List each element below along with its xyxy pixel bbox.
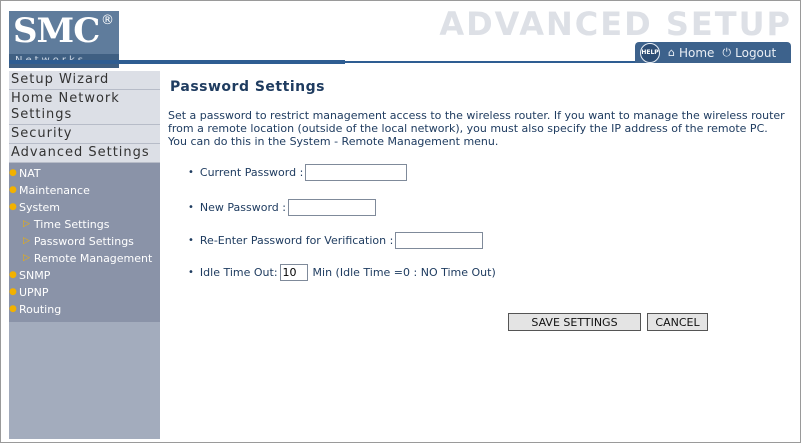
sidebar-item-label: NAT xyxy=(19,167,41,180)
sidebar-item-label: Maintenance xyxy=(19,184,90,197)
bullet-icon: • xyxy=(188,235,194,246)
bullet-icon: ● xyxy=(9,168,17,178)
sidebar-item-time-settings[interactable]: ▷ Time Settings xyxy=(9,216,160,233)
advanced-submenu: ● NAT ● Maintenance ● System ▷ Time Sett… xyxy=(9,163,160,322)
advanced-setup-title: ADVANCED SETUP xyxy=(439,5,792,43)
sidebar-item-label: Routing xyxy=(19,303,62,316)
page-title: Password Settings xyxy=(170,79,325,95)
sidebar-item-security[interactable]: Security xyxy=(9,125,160,144)
sidebar-item-routing[interactable]: ● Routing xyxy=(9,301,160,318)
idle-timeout-row: • Idle Time Out: Min (Idle Time =0 : NO … xyxy=(188,264,496,281)
bullet-icon: ● xyxy=(9,287,17,297)
sidebar-item-label: SNMP xyxy=(19,269,51,282)
home-icon: ⌂ xyxy=(668,46,675,59)
sidebar-item-home-network-settings[interactable]: Home Network Settings xyxy=(9,90,160,125)
current-password-label: Current Password : xyxy=(199,166,304,179)
bullet-icon: ● xyxy=(9,304,17,314)
bullet-icon: • xyxy=(188,202,194,213)
reenter-password-input[interactable] xyxy=(395,232,484,249)
current-password-input[interactable] xyxy=(305,164,408,181)
sidebar-item-advanced-settings[interactable]: Advanced Settings xyxy=(9,144,160,163)
help-icon[interactable]: HELP xyxy=(640,42,660,63)
logout-link[interactable]: ⏻ Logout xyxy=(722,46,776,60)
arrow-right-icon: ▷ xyxy=(23,219,30,229)
sidebar-item-label: UPNP xyxy=(19,286,49,299)
home-label: Home xyxy=(678,45,715,60)
sidebar-item-label: System xyxy=(19,201,61,214)
power-icon: ⏻ xyxy=(722,45,732,59)
bullet-icon: ● xyxy=(9,270,17,280)
sidebar-item-setup-wizard[interactable]: Setup Wizard xyxy=(9,71,160,90)
sidebar-item-maintenance[interactable]: ● Maintenance xyxy=(9,182,160,199)
sidebar-item-upnp[interactable]: ● UPNP xyxy=(9,284,160,301)
logout-label: Logout xyxy=(735,45,777,60)
sidebar-item-label: Remote Management xyxy=(33,252,153,265)
arrow-right-icon: ▷ xyxy=(23,236,30,246)
bullet-icon: ● xyxy=(9,202,17,212)
smc-logo: SMC ® Networks xyxy=(9,11,119,68)
save-settings-button[interactable]: SAVE SETTINGS xyxy=(508,313,641,331)
top-nav: HELP ⌂ Home ⏻ Logout xyxy=(635,42,791,63)
idle-timeout-label: Idle Time Out: xyxy=(199,266,278,279)
header-divider xyxy=(9,60,345,64)
sidebar-item-label: Password Settings xyxy=(33,235,134,248)
sidebar-item-snmp[interactable]: ● SNMP xyxy=(9,267,160,284)
main-content: Password Settings Set a password to rest… xyxy=(168,77,788,148)
sidebar-item-label: Time Settings xyxy=(33,218,110,231)
intro-text: Set a password to restrict management ac… xyxy=(168,109,785,148)
bullet-icon: ● xyxy=(9,185,17,195)
sidebar-item-system[interactable]: ● System xyxy=(9,199,160,216)
cancel-button[interactable]: CANCEL xyxy=(647,313,708,331)
reenter-password-label: Re-Enter Password for Verification : xyxy=(199,234,394,247)
new-password-label: New Password : xyxy=(199,201,286,214)
logo-text: SMC xyxy=(13,11,100,51)
logo-registered-mark: ® xyxy=(101,13,114,28)
new-password-input[interactable] xyxy=(287,199,376,216)
bullet-icon: • xyxy=(188,267,194,278)
sidebar-item-remote-management[interactable]: ▷ Remote Management xyxy=(9,250,160,267)
bullet-icon: • xyxy=(188,167,194,178)
sidebar-item-password-settings[interactable]: ▷ Password Settings xyxy=(9,233,160,250)
idle-timeout-note: Min (Idle Time =0 : NO Time Out) xyxy=(312,266,496,279)
sidebar-item-nat[interactable]: ● NAT xyxy=(9,165,160,182)
current-password-row: • Current Password : xyxy=(188,164,408,181)
home-link[interactable]: ⌂ Home xyxy=(668,46,714,60)
new-password-row: • New Password : xyxy=(188,199,376,216)
sidebar: Setup Wizard Home Network Settings Secur… xyxy=(9,71,160,439)
reenter-password-row: • Re-Enter Password for Verification : xyxy=(188,232,484,249)
page-frame: SMC ® Networks ADVANCED SETUP HELP ⌂ Hom… xyxy=(0,0,801,443)
idle-timeout-input[interactable] xyxy=(279,264,308,281)
arrow-right-icon: ▷ xyxy=(23,253,30,263)
